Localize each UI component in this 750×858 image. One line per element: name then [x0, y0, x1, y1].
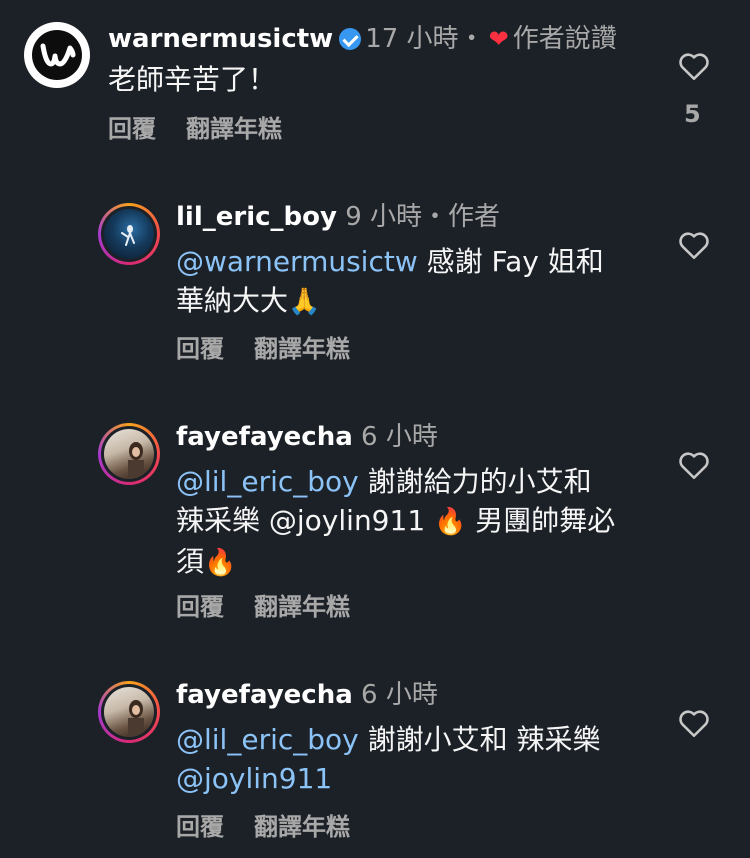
- comment-text: @lil_eric_boy 謝謝小艾和 辣采樂 @joylin911: [176, 720, 646, 798]
- text-segment: 華納大大: [176, 284, 289, 317]
- avatar-image: [104, 209, 154, 259]
- avatar[interactable]: [24, 22, 90, 88]
- comment-header: warnermusictw 17 小時・ ❤ 作者說讚: [108, 22, 617, 56]
- text-segment: 男團帥舞必: [466, 504, 616, 537]
- author-liked-label: 作者說讚: [512, 24, 617, 54]
- mention-link[interactable]: @joylin911: [176, 762, 332, 795]
- text-segment: 感謝 Fay 姐和: [417, 245, 604, 278]
- text-segment: 謝謝給力的小艾和: [358, 465, 592, 498]
- like-heart-icon[interactable]: [676, 227, 712, 263]
- translate-button[interactable]: 翻譯年糕: [186, 115, 282, 143]
- timestamp: 6 小時: [361, 680, 438, 710]
- avatar[interactable]: [98, 203, 160, 265]
- comment-header: fayefayecha 6 小時: [176, 678, 438, 712]
- mention-link[interactable]: @warnermusictw: [176, 245, 418, 278]
- username[interactable]: lil_eric_boy: [176, 202, 337, 232]
- reply-button[interactable]: 回覆: [176, 335, 224, 363]
- comment-header: fayefayecha 6 小時: [176, 420, 438, 454]
- verified-badge-icon: [339, 28, 362, 50]
- mention-link[interactable]: @lil_eric_boy: [176, 723, 359, 756]
- avatar-image: [104, 687, 154, 737]
- comment-header: lil_eric_boy 9 小時・作者: [176, 200, 500, 234]
- separator: ・: [458, 24, 485, 54]
- reply-button[interactable]: 回覆: [176, 593, 224, 621]
- text-segment: 須: [176, 545, 205, 578]
- comment-actions: 回覆 翻譯年糕: [108, 114, 312, 144]
- like-count: 5: [684, 100, 701, 128]
- translate-button[interactable]: 翻譯年糕: [254, 813, 350, 841]
- comment-actions: 回覆 翻譯年糕: [176, 592, 380, 622]
- like-heart-icon[interactable]: [676, 705, 712, 741]
- praying-hands-emoji: 🙏: [288, 287, 321, 317]
- username[interactable]: fayefayecha: [176, 422, 353, 452]
- reply-button[interactable]: 回覆: [108, 115, 156, 143]
- username[interactable]: fayefayecha: [176, 680, 353, 710]
- translate-button[interactable]: 翻譯年糕: [254, 593, 350, 621]
- comment-text: @warnermusictw 感謝 Fay 姐和 華納大大🙏: [176, 242, 646, 322]
- comment-actions: 回覆 翻譯年糕: [176, 812, 380, 842]
- translate-button[interactable]: 翻譯年糕: [254, 335, 350, 363]
- avatar[interactable]: [98, 681, 160, 743]
- timestamp: 9 小時: [345, 202, 423, 232]
- mention-link[interactable]: @lil_eric_boy: [176, 465, 359, 498]
- text-segment: 謝謝小艾和 辣采樂: [358, 723, 601, 756]
- author-label: 作者: [448, 202, 501, 232]
- like-heart-icon[interactable]: [676, 447, 712, 483]
- warner-music-logo-icon: [26, 24, 88, 86]
- fire-emoji: 🔥: [204, 548, 237, 578]
- comment-text: 老師辛苦了！: [108, 63, 277, 96]
- reply-button[interactable]: 回覆: [176, 813, 224, 841]
- fire-emoji: 🔥: [434, 507, 467, 537]
- text-segment: 辣采樂 @joylin911: [176, 504, 435, 537]
- avatar-image: [104, 429, 154, 479]
- username[interactable]: warnermusictw: [108, 24, 333, 54]
- timestamp: 17 小時: [365, 24, 459, 54]
- timestamp: 6 小時: [361, 422, 438, 452]
- comment-text: @lil_eric_boy 謝謝給力的小艾和 辣采樂 @joylin911 🔥 …: [176, 462, 646, 583]
- avatar[interactable]: [98, 423, 160, 485]
- separator: ・: [422, 202, 449, 232]
- like-heart-icon[interactable]: [676, 48, 712, 84]
- author-liked-heart-icon: ❤: [488, 25, 509, 53]
- comment-actions: 回覆 翻譯年糕: [176, 334, 380, 364]
